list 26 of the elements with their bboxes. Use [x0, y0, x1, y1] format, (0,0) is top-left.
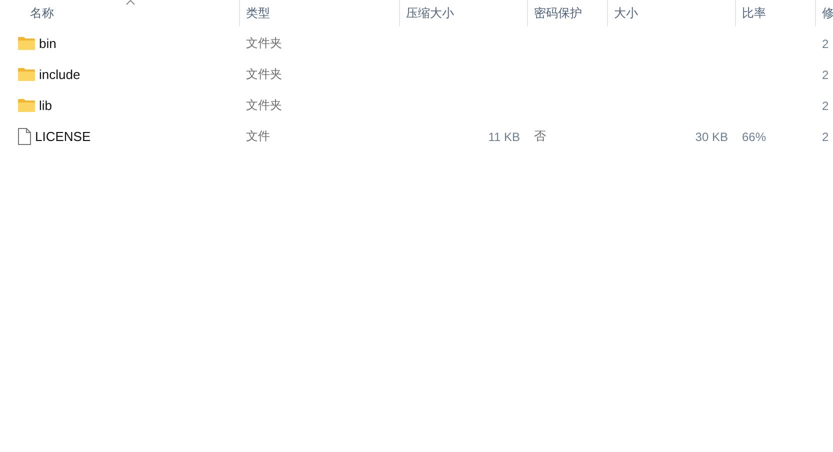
password-status: 否	[534, 128, 546, 145]
file-icon	[18, 128, 31, 145]
type-text: 文件夹	[246, 66, 282, 83]
file-name[interactable]: lib	[39, 98, 52, 113]
modified-date: 2	[822, 68, 829, 82]
modified-date: 2	[822, 130, 829, 144]
column-header[interactable]: 密码保护	[534, 4, 582, 22]
file-size: 30 KB	[695, 130, 728, 144]
file-name[interactable]: bin	[39, 36, 56, 51]
column-header[interactable]: 比率	[742, 4, 766, 22]
folder-icon	[18, 68, 35, 81]
column-header[interactable]: 大小	[614, 4, 638, 22]
file-name[interactable]: LICENSE	[35, 129, 91, 144]
type-text: 文件夹	[246, 97, 282, 114]
packed-size: 11 KB	[488, 130, 520, 144]
type-text: 文件夹	[246, 35, 282, 52]
modified-date: 2	[822, 36, 829, 50]
column-header[interactable]: 名称	[30, 4, 54, 22]
folder-icon	[18, 37, 35, 50]
folder-icon	[18, 99, 35, 112]
column-header[interactable]: 压缩大小	[406, 4, 454, 22]
file-name[interactable]: include	[39, 67, 80, 82]
type-text: 文件	[246, 128, 270, 145]
column-header[interactable]: 类型	[246, 4, 270, 22]
ratio-text: 66%	[742, 130, 766, 144]
modified-date: 2	[822, 98, 829, 112]
